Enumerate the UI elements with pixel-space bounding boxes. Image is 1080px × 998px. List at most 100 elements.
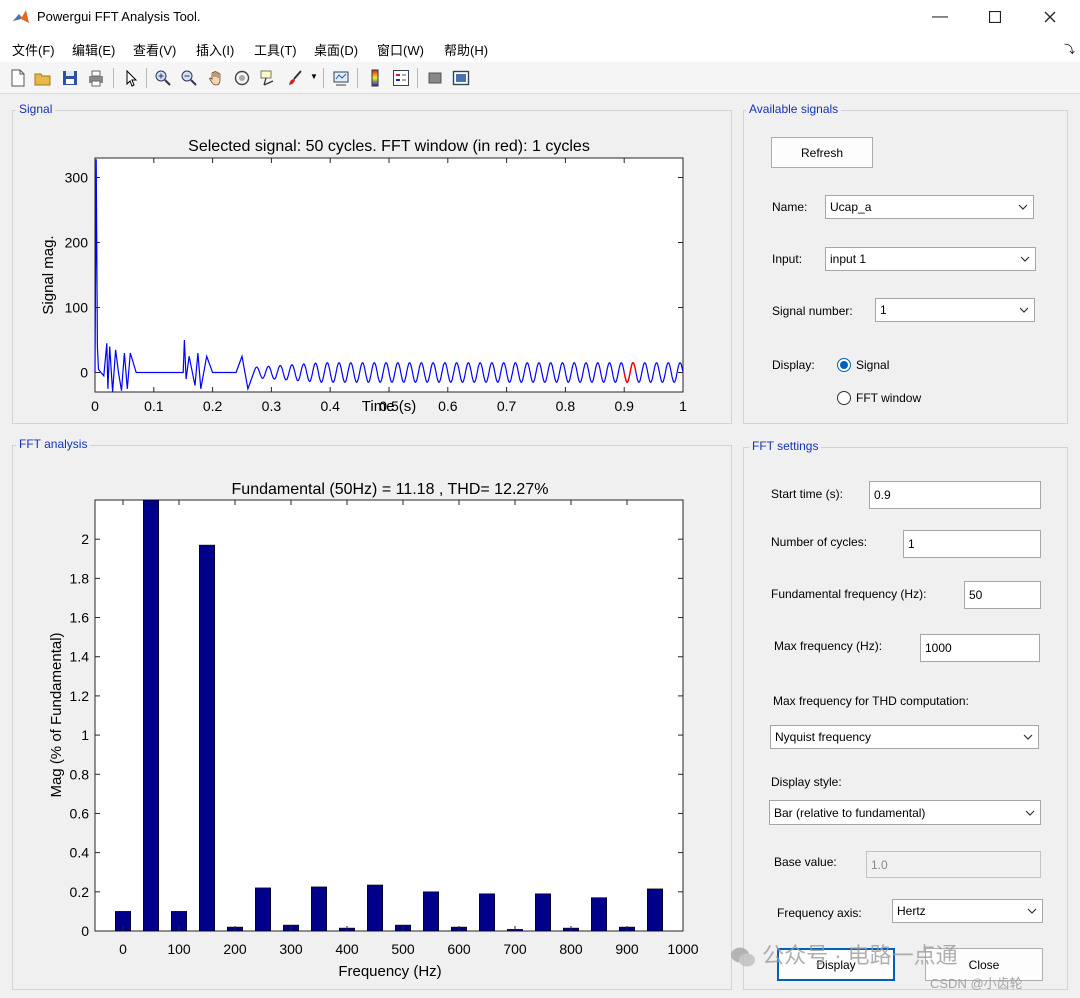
maximize-button[interactable] [970, 0, 1020, 34]
cycles-label: Number of cycles: [771, 535, 868, 549]
fft-xtick-label: 200 [223, 941, 247, 957]
radio-unselected-icon [837, 391, 851, 405]
fft-bar [646, 888, 663, 932]
fft-xtick-label: 900 [615, 941, 639, 957]
menu-insert[interactable]: 插入(I) [196, 40, 234, 59]
max-freq-input[interactable]: 1000 [920, 634, 1040, 662]
fft-ytick-label: 1.6 [70, 610, 90, 626]
signal-ytick-label: 200 [65, 235, 89, 251]
freq-axis-select[interactable]: Hertz [892, 899, 1043, 923]
display-fft-window-radio[interactable]: FFT window [837, 391, 921, 405]
fft-ytick-label: 0.8 [70, 766, 90, 782]
matlab-icon [12, 9, 30, 25]
zoom-out-icon[interactable] [178, 67, 200, 89]
fft-bar [534, 893, 551, 932]
brush-dropdown-icon[interactable]: ▼ [310, 72, 318, 81]
toolbar-separator [113, 68, 114, 88]
close-window-button[interactable] [1025, 0, 1075, 34]
menu-dock-arrow-icon[interactable]: ⤵ [1064, 41, 1075, 57]
display-style-select[interactable]: Bar (relative to fundamental) [769, 800, 1041, 825]
max-freq-label: Max frequency (Hz): [774, 639, 883, 653]
signal-plot[interactable]: Selected signal: 50 cycles. FFT window (… [20, 128, 720, 420]
start-time-input[interactable]: 0.9 [869, 481, 1041, 509]
fund-freq-label: Fundamental frequency (Hz): [771, 587, 927, 601]
display-fft-window-label: FFT window [856, 391, 922, 405]
toolbar-separator [417, 68, 418, 88]
available-signals-title: Available signals [746, 102, 842, 116]
signal-ytick-label: 300 [65, 170, 89, 186]
show-plot-tools-icon[interactable] [450, 67, 472, 89]
display-style-value: Bar (relative to fundamental) [774, 805, 926, 820]
fft-plot[interactable]: Fundamental (50Hz) = 11.18 , THD= 12.27%… [20, 470, 720, 988]
menu-desktop[interactable]: 桌面(D) [314, 40, 358, 59]
fund-freq-input[interactable]: 50 [964, 581, 1041, 609]
fft-plot-title: Fundamental (50Hz) = 11.18 , THD= 12.27% [232, 481, 549, 498]
chevron-down-icon [1014, 299, 1034, 321]
cycles-input[interactable]: 1 [903, 530, 1041, 558]
display-signal-label: Signal [856, 358, 890, 372]
signal-ylabel: Signal mag. [40, 235, 57, 314]
menu-window[interactable]: 窗口(W) [377, 40, 424, 59]
save-icon[interactable] [59, 67, 81, 89]
signal-xtick-label: 0.1 [144, 398, 164, 414]
fft-xtick-label: 500 [391, 941, 415, 957]
fft-bar [422, 891, 439, 932]
fft-bar [590, 897, 607, 932]
display-label: Display: [772, 358, 815, 372]
signal-xtick-label: 0.9 [614, 398, 634, 414]
fft-ytick-label: 2 [81, 531, 89, 547]
fft-ylabel: Mag (% of Fundamental) [48, 632, 65, 797]
wechat-icon [730, 946, 756, 968]
fft-xlabel: Frequency (Hz) [338, 963, 441, 980]
input-select-value: input 1 [830, 252, 867, 266]
signal-number-label: Signal number: [772, 304, 853, 318]
signal-xtick-label: 0.6 [438, 398, 458, 414]
fft-bar [255, 887, 272, 932]
display-signal-radio[interactable]: Signal [837, 358, 889, 372]
signal-panel-title: Signal [16, 102, 56, 116]
fft-xtick-label: 400 [335, 941, 359, 957]
fft-ytick-label: 1.4 [70, 649, 90, 665]
fft-xtick-label: 100 [167, 941, 191, 957]
fft-bar [199, 544, 216, 932]
print-icon[interactable] [85, 67, 107, 89]
open-file-icon[interactable] [32, 67, 54, 89]
signal-ytick-label: 0 [80, 365, 88, 381]
new-figure-icon[interactable] [7, 67, 29, 89]
menu-view[interactable]: 查看(V) [133, 40, 176, 59]
maximize-icon [989, 11, 1001, 23]
name-label: Name: [772, 200, 808, 214]
input-label: Input: [772, 252, 803, 266]
zoom-in-icon[interactable] [152, 67, 174, 89]
signal-ytick-label: 100 [65, 300, 89, 316]
menu-edit[interactable]: 编辑(E) [72, 40, 115, 59]
wechat-watermark-text: 公众号 · 电路一点通 [762, 943, 958, 968]
refresh-button[interactable]: Refresh [771, 137, 873, 168]
base-value-input: 1.0 [866, 851, 1041, 878]
minimize-button[interactable]: — [915, 0, 965, 34]
legend-icon[interactable] [390, 67, 412, 89]
thd-select[interactable]: Nyquist frequency [770, 725, 1039, 749]
pan-icon[interactable] [205, 67, 227, 89]
close-icon [1044, 11, 1056, 23]
fft-ytick-label: 1.2 [70, 688, 90, 704]
fft-bar [310, 886, 327, 932]
toolbar-separator [146, 68, 147, 88]
data-cursor-icon[interactable] [257, 67, 279, 89]
link-plot-icon[interactable] [330, 67, 352, 89]
colorbar-icon[interactable] [364, 67, 386, 89]
fft-xtick-label: 1000 [667, 941, 698, 957]
fft-ytick-label: 0.6 [70, 805, 90, 821]
input-select[interactable]: input 1 [825, 247, 1036, 271]
menu-file[interactable]: 文件(F) [12, 40, 55, 59]
menu-tools[interactable]: 工具(T) [254, 40, 297, 59]
menu-help[interactable]: 帮助(H) [444, 40, 488, 59]
hide-plot-tools-icon[interactable] [424, 67, 446, 89]
name-select[interactable]: Ucap_a [825, 195, 1034, 219]
brush-icon[interactable] [284, 67, 306, 89]
name-select-value: Ucap_a [830, 200, 872, 214]
pointer-icon[interactable] [120, 67, 142, 89]
rotate-3d-icon[interactable] [231, 67, 253, 89]
signal-number-select[interactable]: 1 [875, 298, 1035, 322]
csdn-watermark: CSDN @小齿轮 [930, 976, 1023, 991]
